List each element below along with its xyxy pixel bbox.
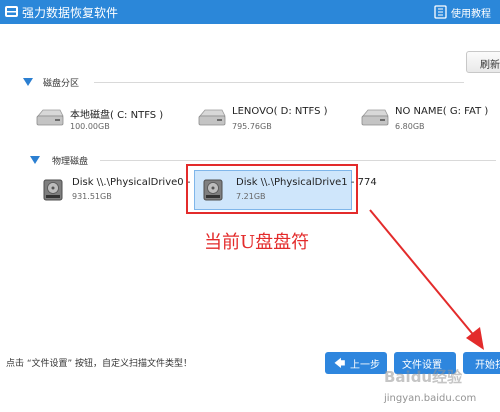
collapse-triangle-icon[interactable] <box>30 156 40 164</box>
partition-size: 795.76GB <box>232 122 272 131</box>
partitions-label: 磁盘分区 <box>43 79 80 89</box>
annotation-text: 当前U盘盘符 <box>204 232 310 253</box>
watermark-url: jingyan.baidu.com <box>384 393 477 404</box>
previous-step-label: 上一步 <box>350 360 380 371</box>
partition-item[interactable]: NO NAME( G: FAT ) 6.80GB <box>361 104 496 138</box>
collapse-triangle-icon[interactable] <box>23 78 33 86</box>
physical-disk-item[interactable]: Disk \\.\PhysicalDrive0 - 100 931.51GB <box>34 171 213 211</box>
partition-name: NO NAME( G: FAT ) <box>395 106 489 117</box>
section-divider <box>100 160 496 161</box>
partition-size: 6.80GB <box>395 122 425 131</box>
annotation-highlight-box <box>186 164 358 214</box>
title-bar: 强力数据恢复软件 使用教程 <box>0 0 500 24</box>
refresh-button[interactable]: 刷新 <box>466 51 500 73</box>
start-scan-button[interactable]: 开始扫描 <box>463 352 500 374</box>
section-divider <box>94 82 464 83</box>
app-title: 强力数据恢复软件 <box>22 6 119 20</box>
partition-item[interactable]: 本地磁盘( C: NTFS ) 100.00GB <box>36 104 196 138</box>
partition-name: LENOVO( D: NTFS ) <box>232 106 328 117</box>
watermark-logo: Baidu经验 <box>384 368 463 386</box>
start-scan-label: 开始扫描 <box>475 360 500 371</box>
book-icon <box>434 5 447 19</box>
hard-drive-icon <box>361 109 389 126</box>
hdd-icon <box>43 179 63 201</box>
previous-step-button[interactable]: 🡄 上一步 <box>325 352 387 374</box>
app-logo-icon <box>5 6 18 17</box>
hard-drive-icon <box>36 109 64 126</box>
footer-hint: 点击 “文件设置” 按钮，自定义扫描文件类型！ <box>6 359 193 369</box>
physical-label: 物理磁盘 <box>52 157 89 167</box>
partitions-section-header: 磁盘分区 <box>0 76 500 90</box>
partition-item[interactable]: LENOVO( D: NTFS ) 795.76GB <box>198 104 358 138</box>
back-arrow-icon: 🡄 <box>334 357 346 370</box>
hard-drive-icon <box>198 109 226 126</box>
partition-size: 100.00GB <box>70 122 110 131</box>
help-label: 使用教程 <box>451 9 491 20</box>
partition-name: 本地磁盘( C: NTFS ) <box>70 110 164 121</box>
disk-size: 931.51GB <box>72 192 112 201</box>
